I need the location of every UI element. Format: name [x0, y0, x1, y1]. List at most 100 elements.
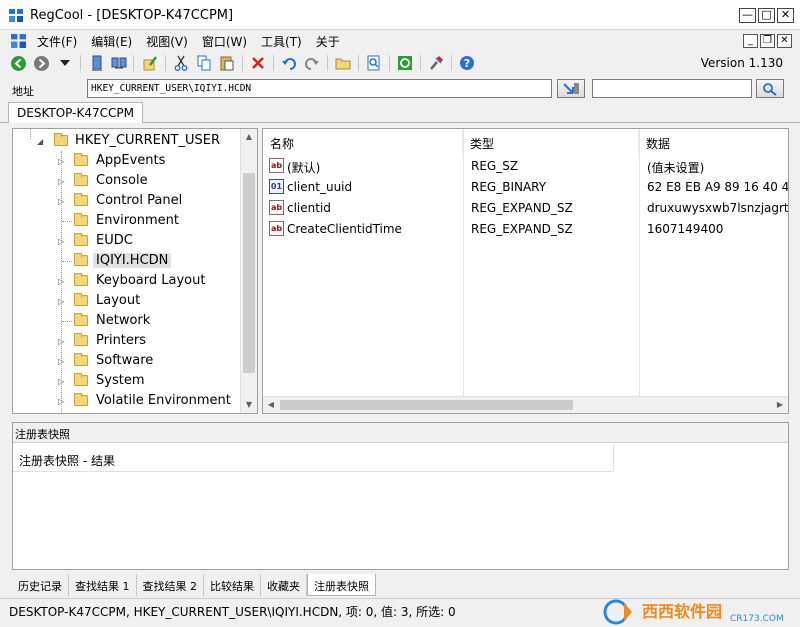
forward-icon[interactable] — [32, 54, 50, 72]
value-row[interactable]: 01 client_uuid REG_BINARY 62 E8 EB A9 89 16… — [263, 177, 788, 198]
find-icon[interactable] — [365, 54, 383, 72]
scroll-down-icon[interactable]: ▼ — [241, 397, 257, 413]
go-button[interactable] — [557, 79, 585, 98]
expand-icon[interactable]: ▷ — [58, 157, 64, 166]
tree-item-label: Volatile Environment — [96, 393, 231, 408]
mdi-restore-button[interactable]: ❐ — [760, 34, 775, 48]
delete-icon[interactable] — [249, 54, 267, 72]
expand-icon[interactable]: ▷ — [58, 177, 64, 186]
menu-view[interactable]: 视图(V) — [145, 33, 189, 50]
search-button[interactable] — [756, 79, 784, 98]
mdi-app-icon[interactable] — [11, 34, 26, 48]
collapse-icon[interactable]: ◢ — [37, 137, 43, 146]
title-bar: RegCool - [DESKTOP-K47CCPM] — □ ✕ — [0, 0, 800, 30]
folder-icon — [74, 253, 88, 266]
redo-icon[interactable] — [303, 54, 321, 72]
tree-item[interactable]: ▷ Printers — [13, 331, 243, 351]
tab-compare-results[interactable]: 比较结果 — [204, 574, 261, 596]
tab-find-results-1[interactable]: 查找结果 1 — [69, 574, 137, 596]
expand-icon[interactable]: ▷ — [58, 197, 64, 206]
scroll-left-icon[interactable]: ◀ — [263, 397, 279, 413]
registry-tree[interactable]: ◢ HKEY_CURRENT_USER ▷ AppEvents ▷ Console ▷ C… — [12, 128, 258, 414]
expand-icon[interactable]: ▷ — [58, 397, 64, 406]
svg-text:CR173.COM: CR173.COM — [730, 614, 784, 624]
tree-item[interactable]: ▷ Software — [13, 351, 243, 371]
status-bar: DESKTOP-K47CCPM, HKEY_CURRENT_USER\IQIYI… — [0, 598, 800, 627]
value-row[interactable]: ab (默认) REG_SZ (值未设置) — [263, 156, 788, 177]
value-row[interactable]: ab CreateClientidTime REG_EXPAND_SZ 1607149… — [263, 219, 788, 240]
column-header-name[interactable]: 名称 — [263, 129, 463, 153]
mdi-close-button[interactable]: ✕ — [777, 34, 792, 48]
tree-item[interactable]: Environment — [13, 211, 243, 231]
scroll-up-icon[interactable]: ▲ — [241, 129, 257, 145]
menu-edit[interactable]: 编辑(E) — [90, 33, 133, 50]
mdi-minimize-button[interactable]: _ — [743, 34, 758, 48]
column-header-data[interactable]: 数据 — [639, 129, 788, 153]
tree-item[interactable]: ▷ Console — [13, 171, 243, 191]
menu-tools[interactable]: 工具(T) — [260, 33, 303, 50]
values-list[interactable]: 名称 类型 数据 ab (默认) REG_SZ (值未设置) 01 client_uuid… — [262, 128, 789, 414]
back-icon[interactable] — [9, 54, 27, 72]
tree-root-row[interactable]: ◢ HKEY_CURRENT_USER — [13, 131, 243, 151]
computer-tab[interactable]: DESKTOP-K47CCPM — [8, 102, 143, 123]
scroll-thumb[interactable] — [280, 400, 573, 410]
undo-icon[interactable] — [280, 54, 298, 72]
tree-item[interactable]: ▷ Keyboard Layout — [13, 271, 243, 291]
expand-icon[interactable]: ▷ — [58, 377, 64, 386]
tree-item[interactable]: Network — [13, 311, 243, 331]
tab-registry-snapshot[interactable]: 注册表快照 — [307, 574, 376, 596]
tools-icon[interactable] — [427, 54, 445, 72]
tree-item[interactable]: IQIYI.HCDN — [13, 251, 243, 271]
menu-window[interactable]: 窗口(W) — [201, 33, 248, 50]
export-icon[interactable] — [141, 54, 159, 72]
version-label: Version 1.130 — [700, 56, 783, 70]
close-button[interactable]: ✕ — [777, 8, 794, 23]
tree-item-label: Network — [96, 313, 151, 328]
cut-icon[interactable] — [172, 54, 190, 72]
network-icon[interactable] — [110, 54, 128, 72]
scroll-right-icon[interactable]: ▶ — [772, 397, 788, 413]
tree-item-label: Software — [96, 353, 154, 368]
tab-history[interactable]: 历史记录 — [12, 574, 69, 596]
status-text: DESKTOP-K47CCPM, HKEY_CURRENT_USER\IQIYI… — [9, 605, 456, 619]
tab-find-results-2[interactable]: 查找结果 2 — [137, 574, 204, 596]
tree-item[interactable]: ▷ EUDC — [13, 231, 243, 251]
copy-icon[interactable] — [195, 54, 213, 72]
value-name: client_uuid — [287, 180, 353, 194]
regcool-app-icon — [9, 9, 23, 22]
tree-item[interactable]: ▷ Volatile Environment — [13, 391, 243, 411]
tab-favorites[interactable]: 收藏夹 — [261, 574, 307, 596]
paste-icon[interactable] — [218, 54, 236, 72]
dropdown-icon[interactable] — [56, 54, 74, 72]
computer-icon[interactable] — [88, 54, 106, 72]
maximize-button[interactable]: □ — [758, 8, 775, 23]
tree-item-label: IQIYI.HCDN — [93, 253, 172, 268]
expand-icon[interactable]: ▷ — [58, 237, 64, 246]
value-data: (值未设置) — [647, 161, 705, 175]
expand-icon[interactable]: ▷ — [58, 277, 64, 286]
address-input[interactable]: HKEY_CURRENT_USER\IQIYI.HCDN — [87, 79, 552, 98]
menu-about[interactable]: 关于 — [315, 33, 341, 50]
tree-item[interactable]: ▷ Layout — [13, 291, 243, 311]
tree-vertical-scrollbar[interactable]: ▲ ▼ — [240, 129, 257, 413]
refresh-icon[interactable] — [396, 54, 414, 72]
tree-item[interactable]: ▷ System — [13, 371, 243, 391]
snapshot-title: 注册表快照 — [13, 423, 788, 443]
computer-tab-row: DESKTOP-K47CCPM — [0, 101, 800, 123]
tree-item[interactable]: ▷ Control Panel — [13, 191, 243, 211]
minimize-button[interactable]: — — [739, 8, 756, 23]
value-row[interactable]: ab clientid REG_EXPAND_SZ druxuwysxwb7lsnzj… — [263, 198, 788, 219]
list-horizontal-scrollbar[interactable]: ◀ ▶ — [263, 396, 788, 413]
folder-icon[interactable] — [334, 54, 352, 72]
scroll-thumb[interactable] — [243, 173, 255, 373]
tree-item[interactable]: ▷ AppEvents — [13, 151, 243, 171]
expand-icon[interactable]: ▷ — [58, 297, 64, 306]
snapshot-panel: 注册表快照 注册表快照 - 结果 — [12, 422, 789, 570]
search-input[interactable] — [592, 79, 752, 98]
address-bar: 地址 HKEY_CURRENT_USER\IQIYI.HCDN — [0, 77, 800, 101]
menu-file[interactable]: 文件(F) — [36, 33, 78, 50]
help-icon[interactable]: ? — [458, 54, 476, 72]
column-header-type[interactable]: 类型 — [463, 129, 639, 153]
expand-icon[interactable]: ▷ — [58, 337, 64, 346]
expand-icon[interactable]: ▷ — [58, 357, 64, 366]
